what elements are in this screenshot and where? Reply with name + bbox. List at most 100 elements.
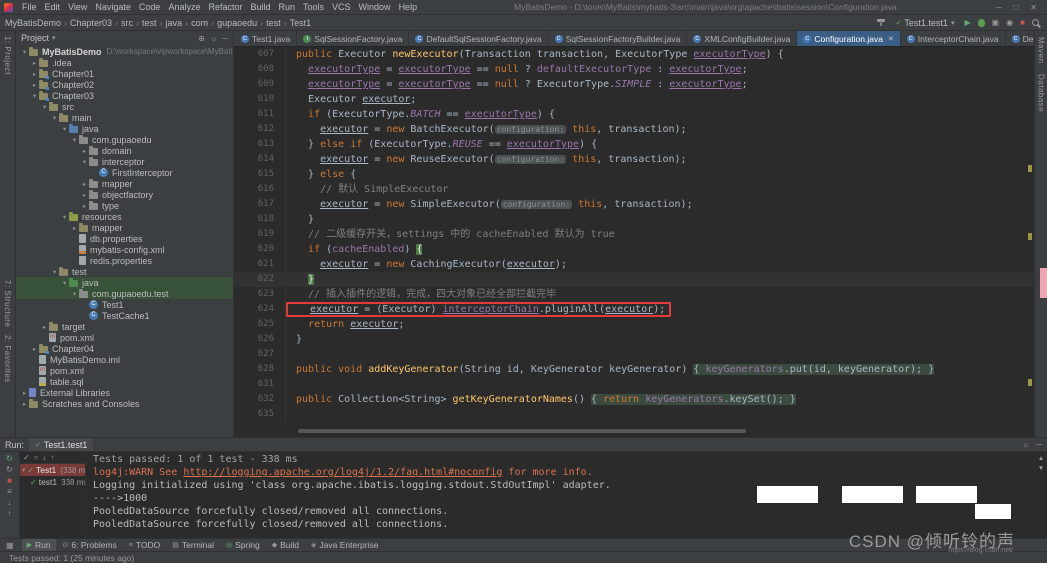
line-number[interactable]: 608 [234, 62, 286, 77]
hide-panel-icon[interactable]: ─ [222, 34, 228, 43]
line-number[interactable]: 614 [234, 152, 286, 167]
breadcrumb-item[interactable]: Chapter03 [70, 18, 112, 28]
test-tree-item[interactable]: ✓ test1 338 ms [20, 476, 85, 488]
chevron-down-icon[interactable]: ▾ [50, 268, 59, 276]
line-number[interactable]: 620 [234, 242, 286, 257]
tool-button-terminal[interactable]: ▤ Terminal [167, 539, 219, 552]
profiler-icon[interactable]: ◉ [1006, 18, 1013, 27]
console-link[interactable]: http://logging.apache.org/log4j/1.2/faq.… [183, 467, 502, 478]
breadcrumb-item[interactable]: test [142, 18, 157, 28]
show-passed-icon[interactable]: ✓ [23, 453, 30, 462]
tool-button-todo[interactable]: ≡ TODO [124, 539, 166, 552]
tool-stripe-button[interactable]: 2: Favorites [3, 335, 12, 383]
chevron-down-icon[interactable]: ▾ [60, 279, 69, 287]
line-number[interactable]: 624 [234, 302, 286, 317]
code-line[interactable]: 635 [234, 407, 1034, 422]
tool-windows-switcher-icon[interactable]: ▦ [6, 541, 14, 550]
project-tree-item[interactable]: ▾ Chapter03 [16, 90, 233, 101]
project-tree-item[interactable]: ▸ .idea [16, 57, 233, 68]
horizontal-scrollbar[interactable] [298, 429, 746, 433]
code-line[interactable]: 618 } [234, 212, 1034, 227]
project-tree-item[interactable]: ▾ java [16, 277, 233, 288]
breadcrumb-item[interactable]: java [166, 18, 183, 28]
line-number[interactable]: 615 [234, 167, 286, 182]
test-tree-item[interactable]: ▾✓Test1(338 ms) [20, 464, 85, 476]
menu-tools[interactable]: Tools [299, 2, 328, 12]
project-tree-item[interactable]: ▸ Chapter02 [16, 79, 233, 90]
editor-tab[interactable]: C SqlSessionFactoryBuilder.java [549, 31, 688, 46]
maximize-button[interactable]: □ [1007, 3, 1024, 12]
menu-build[interactable]: Build [246, 2, 274, 12]
line-number[interactable]: 622 [234, 272, 286, 287]
chevron-down-icon[interactable]: ▾ [52, 34, 56, 42]
menu-view[interactable]: View [64, 2, 91, 12]
tool-button-spring[interactable]: ◎ Spring [221, 539, 265, 552]
tool-stripe-button[interactable]: 1: Project [3, 36, 12, 75]
scroll-top-icon[interactable]: ▲ [1038, 455, 1044, 462]
code-line[interactable]: 614 executor = new ReuseExecutor(configu… [234, 152, 1034, 167]
chevron-down-icon[interactable]: ▾ [60, 125, 69, 133]
scroll-up-icon[interactable]: ↑ [8, 509, 12, 518]
project-tree-item[interactable]: ▾ test [16, 266, 233, 277]
chevron-down-icon[interactable]: ▾ [20, 48, 29, 56]
code-line[interactable]: 613 } else if (ExecutorType.REUSE == exe… [234, 137, 1034, 152]
project-tree-item[interactable]: ▾ main [16, 112, 233, 123]
show-ignored-icon[interactable]: ○ [34, 453, 39, 462]
chevron-right-icon[interactable]: ▸ [80, 202, 89, 210]
line-number[interactable]: 617 [234, 197, 286, 212]
chevron-down-icon[interactable]: ▾ [40, 103, 49, 111]
code-line[interactable]: 624 executor = (Executor) interceptorCha… [234, 302, 1034, 317]
chevron-right-icon[interactable]: ▸ [30, 59, 39, 67]
chevron-right-icon[interactable]: ▸ [30, 345, 39, 353]
project-tree-item[interactable]: Test1 [16, 299, 233, 310]
project-tree-item[interactable]: ▾ java [16, 123, 233, 134]
chevron-down-icon[interactable]: ▾ [50, 114, 59, 122]
menu-edit[interactable]: Edit [41, 2, 65, 12]
code-line[interactable]: 612 executor = new BatchExecutor(configu… [234, 122, 1034, 137]
line-number[interactable]: 627 [234, 347, 286, 362]
editor-tab[interactable]: C Configuration.java ✕ [797, 31, 901, 46]
line-number[interactable]: 616 [234, 182, 286, 197]
error-stripe-mark[interactable] [1028, 165, 1032, 172]
line-number[interactable]: 612 [234, 122, 286, 137]
editor-tab[interactable]: I SqlSessionFactory.java [297, 31, 410, 46]
chevron-right-icon[interactable]: ▸ [30, 81, 39, 89]
project-tree-item[interactable]: ▾ interceptor [16, 156, 233, 167]
line-number[interactable]: 628 [234, 362, 286, 377]
breadcrumb-item[interactable]: src [121, 18, 133, 28]
project-tree-item[interactable]: ▾ resources [16, 211, 233, 222]
code-line[interactable]: 615 } else { [234, 167, 1034, 182]
settings-gear-icon[interactable]: ☼ [210, 34, 217, 43]
stop-icon[interactable]: ■ [7, 476, 12, 485]
line-number[interactable]: 607 [234, 47, 286, 62]
editor-tab[interactable]: C XMLConfigBuilder.java [687, 31, 798, 46]
chevron-right-icon[interactable]: ▸ [70, 224, 79, 232]
line-number[interactable]: 621 [234, 257, 286, 272]
project-tree-item[interactable]: ▸ External Libraries [16, 387, 233, 398]
code-line[interactable]: 610 Executor executor; [234, 92, 1034, 107]
menu-refactor[interactable]: Refactor [204, 2, 246, 12]
line-number[interactable]: 619 [234, 227, 286, 242]
project-tree-item[interactable]: ▸ mapper [16, 222, 233, 233]
tool-button-run[interactable]: ▶ Run [21, 538, 56, 552]
menu-window[interactable]: Window [355, 2, 395, 12]
code-line[interactable]: 627 [234, 347, 1034, 362]
editor-tab[interactable]: C DefaultSqlSessionFactory.java [409, 31, 549, 46]
code-line[interactable]: 617 executor = new SimpleExecutor(config… [234, 197, 1034, 212]
chevron-down-icon[interactable]: ▾ [70, 290, 79, 298]
test-history-icon[interactable]: ≡ [7, 487, 12, 496]
line-number[interactable]: 632 [234, 392, 286, 407]
project-tree-item[interactable]: ▾ src [16, 101, 233, 112]
line-number[interactable]: 610 [234, 92, 286, 107]
project-tree-item[interactable]: ▸ mapper [16, 178, 233, 189]
menu-analyze[interactable]: Analyze [164, 2, 204, 12]
chevron-right-icon[interactable]: ▸ [80, 191, 89, 199]
tool-button-6-problems[interactable]: ⊙ 6: Problems [58, 539, 122, 552]
code-line[interactable]: 616 // 默认 SimpleExecutor [234, 182, 1034, 197]
error-stripe-mark[interactable] [1028, 233, 1032, 240]
project-tree-item[interactable]: ▸ type [16, 200, 233, 211]
tool-stripe-button[interactable]: Database [1037, 74, 1046, 112]
code-line[interactable]: 608 executorType = executorType == null … [234, 62, 1034, 77]
project-tree-item[interactable]: pom.xml [16, 365, 233, 376]
menu-file[interactable]: File [18, 2, 41, 12]
